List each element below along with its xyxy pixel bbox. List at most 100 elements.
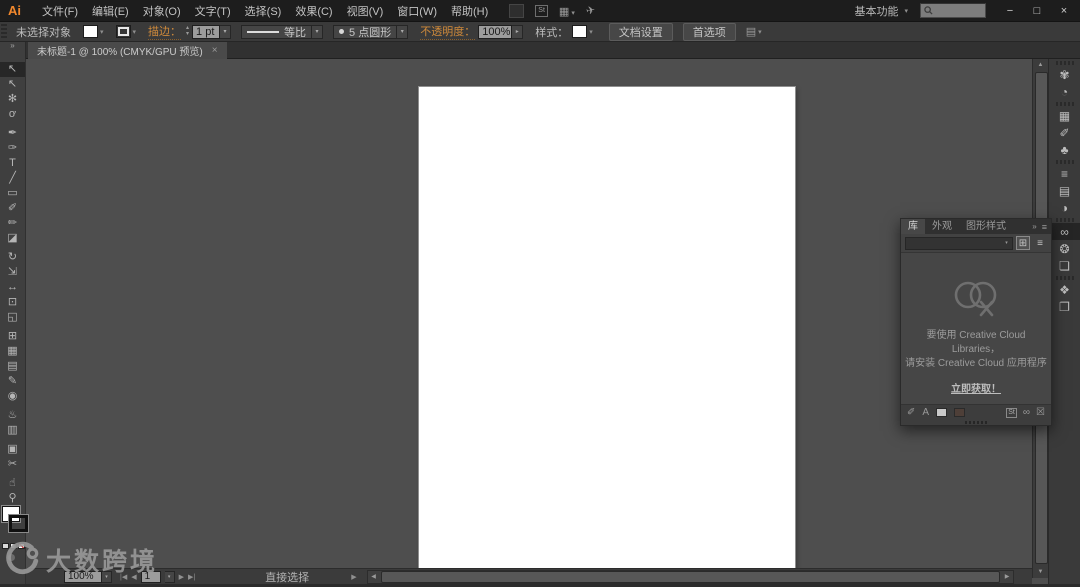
opacity-panel-link[interactable]: 不透明度： [420, 23, 476, 40]
eraser-tool[interactable]: ◪ [0, 231, 25, 246]
workspace-switcher[interactable]: 基本功能 ▾ [854, 3, 908, 19]
libraries-panel-icon[interactable]: ∞ [1049, 223, 1080, 240]
chevron-down-icon[interactable]: ▾ [100, 28, 104, 36]
get-now-link[interactable]: 立即获取！ [951, 380, 1001, 395]
stock-icon[interactable]: St [535, 4, 548, 17]
grid-view-button[interactable]: ⊞ [1016, 236, 1030, 250]
stroke-weight-stepper[interactable]: ▴ ▾ [186, 25, 189, 38]
column-graph-tool[interactable]: ▥ [0, 423, 25, 438]
color-themes-panel-icon[interactable]: ❂ [1049, 240, 1080, 257]
app-logo[interactable]: Ai [8, 3, 21, 18]
arrange-documents-button[interactable]: ▦ ▾ [559, 2, 575, 20]
opacity-field[interactable]: 100% [478, 24, 513, 39]
brush-definition-caret[interactable]: ▾ [397, 24, 409, 39]
stroke-weight-field[interactable]: 1 pt [192, 24, 221, 39]
transparency-panel-icon[interactable]: ◑ [1049, 199, 1080, 216]
mesh-tool[interactable]: ▦ [0, 344, 25, 359]
stroke-weight-dropdown[interactable]: ▾ [220, 24, 232, 39]
pen-tool[interactable]: ✒ [0, 126, 25, 141]
eyedropper-tool[interactable]: ✎ [0, 374, 25, 389]
rotate-tool[interactable]: ↻ [0, 250, 25, 265]
menu-window[interactable]: 窗口(W) [390, 1, 444, 21]
width-profile-dropdown[interactable]: 等比 [241, 24, 313, 39]
stroke-color-swatch[interactable] [115, 25, 131, 38]
menu-help[interactable]: 帮助(H) [444, 1, 495, 21]
rectangle-tool[interactable]: ▭ [0, 186, 25, 201]
status-expand-icon[interactable]: ▶ [351, 573, 356, 581]
perspective-grid-tool[interactable]: ⊞ [0, 329, 25, 344]
lasso-tool[interactable]: ơ [0, 107, 25, 122]
gpu-performance-icon[interactable]: ✈ [585, 3, 597, 18]
stroke-panel-link[interactable]: 描边： [148, 23, 182, 40]
width-profile-caret[interactable]: ▾ [312, 24, 324, 39]
fill-color-swatch[interactable] [83, 25, 98, 38]
layers-panel-icon[interactable]: ❖ [1049, 281, 1080, 298]
scroll-right-arrow[interactable]: ▶ [1001, 571, 1013, 583]
line-segment-tool[interactable]: ╱ [0, 171, 25, 186]
brushes-panel-icon[interactable]: ✐ [1049, 124, 1080, 141]
adobe-stock-icon[interactable]: St [1006, 407, 1017, 418]
scale-tool[interactable]: ⇲ [0, 265, 25, 280]
delete-icon[interactable]: ☒ [1036, 407, 1045, 418]
tools-panel-header[interactable]: » [0, 42, 26, 59]
chevron-down-icon[interactable]: ▾ [589, 28, 593, 36]
add-fill-color-swatch[interactable] [936, 408, 948, 417]
magic-wand-tool[interactable]: ✻ [0, 92, 25, 107]
add-graphic-icon[interactable]: ✐ [907, 407, 915, 418]
control-bar-grip[interactable] [1, 23, 7, 40]
panel-menu-icon[interactable]: ≡ [1042, 222, 1047, 232]
canvas-area[interactable] [26, 59, 1032, 568]
menu-object[interactable]: 对象(O) [136, 1, 188, 21]
collapse-panel-icon[interactable]: » [1032, 222, 1036, 231]
free-transform-tool[interactable]: ⊡ [0, 295, 25, 310]
menu-select[interactable]: 选择(S) [238, 1, 289, 21]
artboards-panel-icon[interactable]: ❐ [1049, 298, 1080, 315]
maximize-button[interactable]: □ [1031, 5, 1043, 17]
document-setup-button[interactable]: 文档设置 [608, 22, 673, 41]
gradient-panel-icon[interactable]: ▤ [1049, 182, 1080, 199]
next-artboard-button[interactable]: ▶ [179, 573, 184, 581]
color-guide-panel-icon[interactable]: ◔ [1049, 83, 1080, 100]
slice-tool[interactable]: ✂ [0, 457, 25, 472]
direct-selection-tool[interactable]: ↖ [0, 77, 25, 92]
gradient-tool[interactable]: ▤ [0, 359, 25, 374]
menu-view[interactable]: 视图(V) [340, 1, 391, 21]
opacity-caret[interactable]: ▸ [512, 24, 524, 39]
document-tab[interactable]: 未标题-1 @ 100% (CMYK/GPU 预览) × [28, 42, 227, 59]
tab-libraries[interactable]: 库 [901, 219, 925, 234]
app-search-input[interactable] [936, 5, 982, 16]
curvature-tool[interactable]: ✑ [0, 141, 25, 156]
blend-tool[interactable]: ◉ [0, 389, 25, 404]
list-view-button[interactable]: ≡ [1033, 236, 1047, 250]
asset-export-panel-icon[interactable]: ❏ [1049, 257, 1080, 274]
minimize-button[interactable]: − [1004, 5, 1016, 17]
shape-builder-tool[interactable]: ◱ [0, 310, 25, 325]
swatches-panel-icon[interactable]: ▦ [1049, 107, 1080, 124]
add-character-style-icon[interactable]: A [922, 407, 929, 418]
close-tab-icon[interactable]: × [212, 45, 218, 56]
bridge-icon[interactable] [509, 3, 525, 18]
paintbrush-tool[interactable]: ✐ [0, 201, 25, 216]
stroke-panel-icon[interactable]: ≡ [1049, 165, 1080, 182]
scroll-left-arrow[interactable]: ◀ [368, 571, 380, 583]
chevron-down-icon[interactable]: ▾ [758, 28, 762, 36]
hand-tool[interactable]: ☝ [0, 476, 25, 491]
brush-definition-dropdown[interactable]: 5 点圆形 [333, 24, 398, 39]
color-panel-icon[interactable]: ✾ [1049, 66, 1080, 83]
artboard-dropdown-caret[interactable]: ▾ [164, 570, 175, 583]
symbols-panel-icon[interactable]: ♣ [1049, 141, 1080, 158]
scroll-up-arrow[interactable]: ▲ [1033, 59, 1048, 71]
artboard-tool[interactable]: ▣ [0, 442, 25, 457]
width-tool[interactable]: ↔ [0, 280, 25, 295]
tab-graphic-styles[interactable]: 图形样式 [959, 219, 1013, 234]
scroll-down-arrow[interactable]: ▼ [1033, 566, 1048, 578]
control-panel-menu-icon[interactable]: ▤ [746, 25, 756, 38]
menu-file[interactable]: 文件(F) [35, 1, 85, 21]
menu-edit[interactable]: 编辑(E) [85, 1, 136, 21]
preferences-button[interactable]: 首选项 [682, 22, 736, 41]
tab-appearance[interactable]: 外观 [925, 219, 959, 234]
stroke-swatch[interactable] [9, 515, 28, 532]
last-artboard-button[interactable]: ▶| [188, 573, 195, 581]
library-select-dropdown[interactable]: ▾ [905, 236, 1013, 250]
menu-type[interactable]: 文字(T) [188, 1, 238, 21]
